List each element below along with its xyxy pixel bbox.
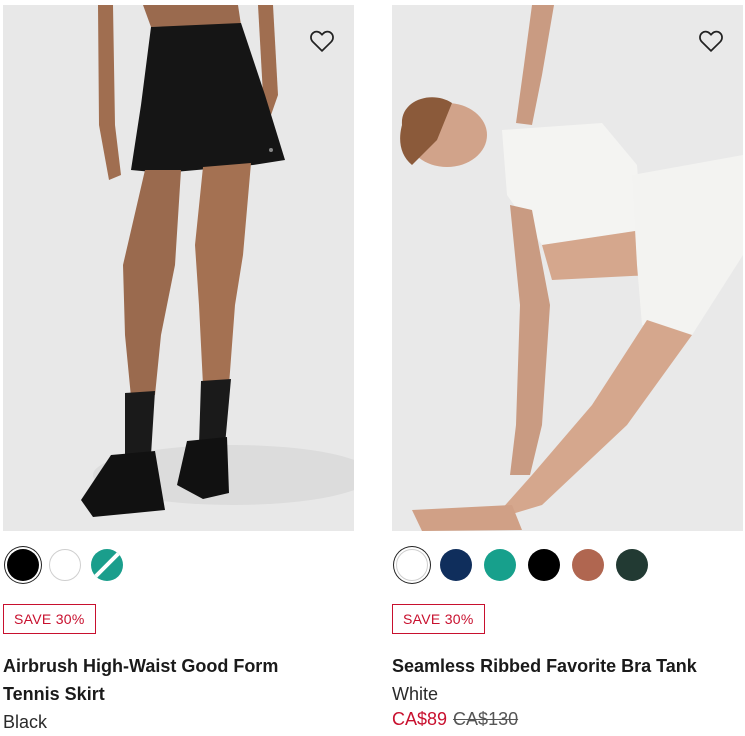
product-title[interactable]: Seamless Ribbed Favorite Bra Tank xyxy=(392,652,743,680)
product-title-line2: Tennis Skirt xyxy=(3,684,105,704)
price: CA$89 CA$130 xyxy=(392,707,518,731)
product-photo-illustration xyxy=(3,5,354,531)
product-title-line1: Airbrush High-Waist Good Form xyxy=(3,656,279,676)
swatch-teal[interactable] xyxy=(91,549,123,581)
swatch-white[interactable] xyxy=(49,549,81,581)
product-photo-illustration xyxy=(392,5,743,531)
wishlist-heart-icon[interactable] xyxy=(308,27,336,55)
product-card-bra-tank[interactable]: SAVE 30% Seamless Ribbed Favorite Bra Ta… xyxy=(392,0,743,736)
save-badge: SAVE 30% xyxy=(392,604,485,634)
original-price: CA$130 xyxy=(453,709,519,729)
swatch-black[interactable] xyxy=(528,549,560,581)
swatch-teal[interactable] xyxy=(484,549,516,581)
color-swatches xyxy=(396,549,648,581)
product-image[interactable] xyxy=(392,5,743,531)
product-card-tennis-skirt[interactable]: SAVE 30% Airbrush High-Waist Good Form T… xyxy=(3,0,354,736)
swatch-terracotta[interactable] xyxy=(572,549,604,581)
sale-price: CA$89 xyxy=(392,709,448,729)
swatch-forest[interactable] xyxy=(616,549,648,581)
swatch-white[interactable] xyxy=(396,549,428,581)
swatch-black[interactable] xyxy=(7,549,39,581)
swatch-navy[interactable] xyxy=(440,549,472,581)
product-image[interactable] xyxy=(3,5,354,531)
save-badge: SAVE 30% xyxy=(3,604,96,634)
product-title[interactable]: Airbrush High-Waist Good Form Tennis Ski… xyxy=(3,652,354,708)
wishlist-heart-icon[interactable] xyxy=(697,27,725,55)
product-color-name: White xyxy=(392,684,439,704)
color-swatches xyxy=(7,549,123,581)
product-color-name: Black xyxy=(3,712,48,732)
